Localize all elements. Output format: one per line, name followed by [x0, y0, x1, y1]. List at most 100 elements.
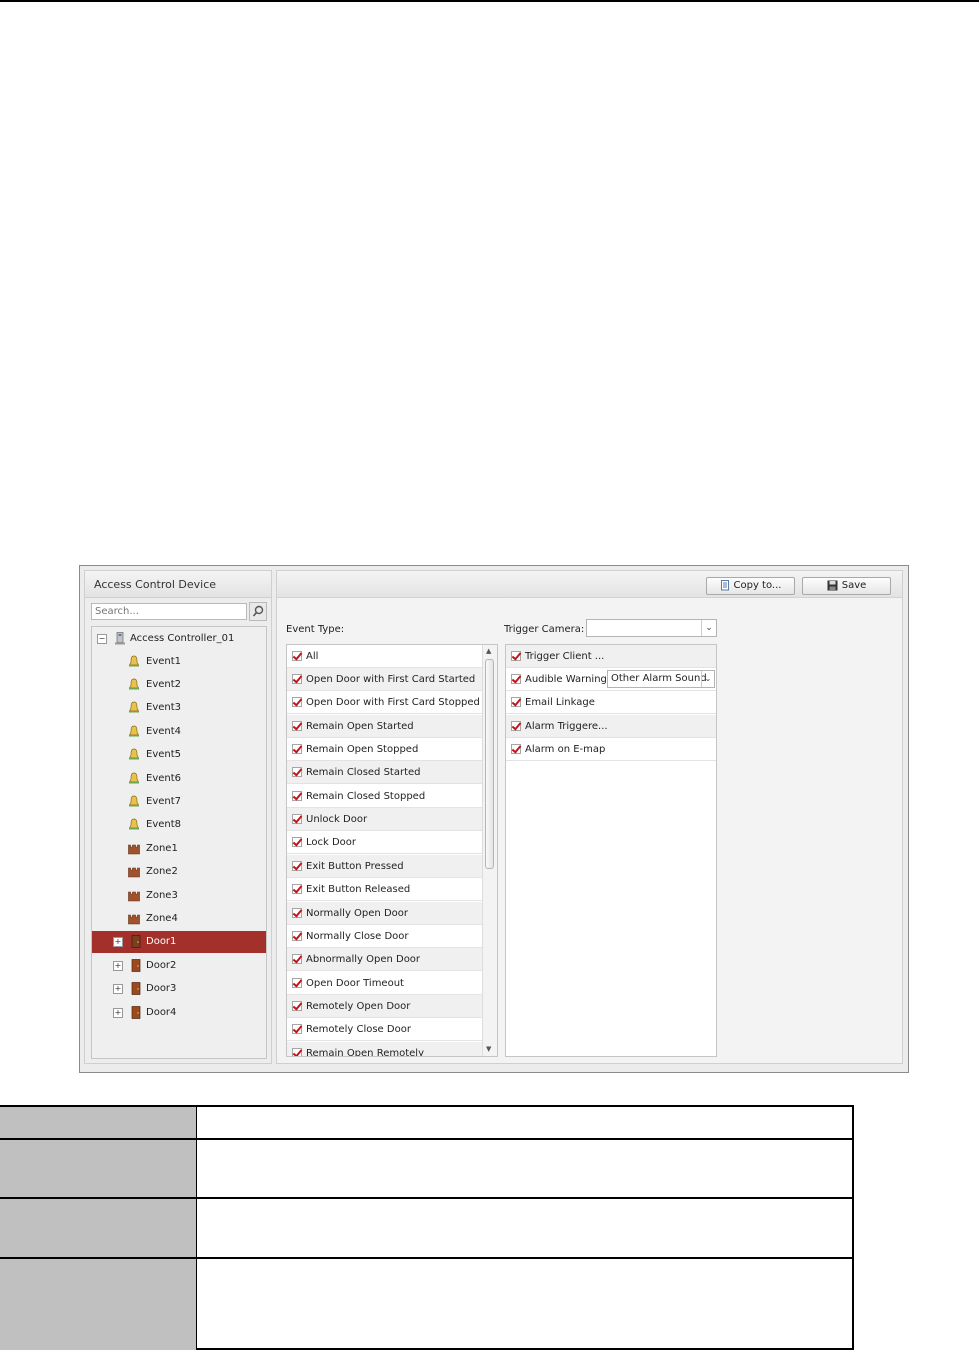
event-bell-icon [128, 748, 140, 760]
tree-node-event[interactable]: Event8 [92, 814, 266, 836]
trigger-camera-select[interactable]: ⌄ [586, 619, 717, 637]
zone-wall-icon [128, 891, 140, 902]
linkage-label: Alarm on E-map [525, 744, 606, 755]
tree-node-zone[interactable]: Zone3 [92, 885, 266, 907]
tree-node-label: Zone2 [146, 866, 178, 877]
search-button[interactable] [249, 602, 267, 621]
zone-wall-icon [128, 844, 140, 855]
list-item[interactable]: Normally Close Door [287, 925, 483, 948]
tree-node-door[interactable]: + Door3 [92, 978, 266, 1000]
event-list-scrollbar[interactable]: ▲ ▼ [482, 645, 497, 1056]
table-header-cell [0, 1107, 196, 1138]
event-checkbox[interactable] [292, 721, 302, 731]
chevron-down-icon[interactable]: ⌄ [701, 671, 714, 687]
list-item[interactable]: Open Door with First Card Started [287, 668, 483, 691]
tree-node-label: Zone1 [146, 843, 178, 854]
tree-node-event[interactable]: Event6 [92, 768, 266, 790]
list-item[interactable]: Email Linkage [506, 691, 716, 714]
expand-icon[interactable]: + [113, 961, 123, 971]
list-item[interactable]: Alarm on E-map [506, 738, 716, 761]
list-item[interactable]: Remain Closed Started [287, 761, 483, 784]
list-item[interactable]: Open Door with First Card Stopped [287, 691, 483, 714]
tree-node-event[interactable]: Event4 [92, 721, 266, 743]
list-item[interactable]: Remotely Close Door [287, 1018, 483, 1041]
tree-node-controller[interactable]: − Access Controller_01 [92, 628, 266, 650]
list-item[interactable]: Open Door Timeout [287, 972, 483, 995]
event-bell-icon [128, 818, 140, 830]
event-checkbox[interactable] [292, 744, 302, 754]
tree-node-door[interactable]: + Door4 [92, 1002, 266, 1024]
list-item[interactable]: Normally Open Door [287, 902, 483, 925]
list-item[interactable]: Unlock Door [287, 808, 483, 831]
event-checkbox[interactable] [292, 767, 302, 777]
save-button[interactable]: Save [802, 577, 891, 595]
event-label: Exit Button Pressed [306, 861, 404, 872]
event-checkbox[interactable] [292, 674, 302, 684]
tree-node-zone[interactable]: Zone1 [92, 838, 266, 860]
event-label: Remain Closed Stopped [306, 791, 426, 802]
linkage-checkbox[interactable] [511, 697, 521, 707]
expand-icon[interactable]: + [113, 1008, 123, 1018]
event-label: All [306, 651, 319, 662]
scroll-up-icon[interactable]: ▲ [486, 647, 491, 655]
list-item[interactable]: Exit Button Released [287, 878, 483, 901]
linkage-checkbox[interactable] [511, 721, 521, 731]
list-item[interactable]: Remain Open Stopped [287, 738, 483, 761]
event-checkbox[interactable] [292, 931, 302, 941]
list-item[interactable]: Audible Warning Other Alarm Sound ⌄ [506, 668, 716, 691]
event-checkbox[interactable] [292, 1048, 302, 1056]
search-icon [252, 605, 264, 617]
event-label: Remain Closed Started [306, 767, 421, 778]
device-panel: Access Control Device − Access Controlle… [84, 570, 272, 1064]
tree-node-zone[interactable]: Zone4 [92, 908, 266, 930]
list-item[interactable]: Alarm Triggere... [506, 715, 716, 738]
event-checkbox[interactable] [292, 861, 302, 871]
event-checkbox[interactable] [292, 978, 302, 988]
scroll-down-icon[interactable]: ▼ [486, 1045, 491, 1053]
tree-node-event[interactable]: Event7 [92, 791, 266, 813]
expand-icon[interactable]: + [113, 937, 123, 947]
collapse-icon[interactable]: − [97, 634, 107, 644]
tree-node-label: Access Controller_01 [130, 633, 235, 644]
tree-node-event[interactable]: Event5 [92, 744, 266, 766]
event-checkbox[interactable] [292, 1001, 302, 1011]
tree-node-event[interactable]: Event1 [92, 651, 266, 673]
event-checkbox[interactable] [292, 697, 302, 707]
event-checkbox[interactable] [292, 954, 302, 964]
app-screenshot: Access Control Device − Access Controlle… [79, 565, 909, 1073]
chevron-down-icon[interactable]: ⌄ [701, 620, 716, 636]
event-checkbox[interactable] [292, 884, 302, 894]
event-checkbox[interactable] [292, 814, 302, 824]
event-checkbox[interactable] [292, 1024, 302, 1034]
tree-node-event[interactable]: Event3 [92, 697, 266, 719]
tree-node-door[interactable]: + Door2 [92, 955, 266, 977]
list-item[interactable]: Abnormally Open Door [287, 948, 483, 971]
list-item[interactable]: Remain Open Started [287, 715, 483, 738]
linkage-checkbox[interactable] [511, 651, 521, 661]
event-checkbox[interactable] [292, 837, 302, 847]
linkage-checkbox[interactable] [511, 744, 521, 754]
event-bell-icon [128, 795, 140, 807]
page-top-rule [0, 0, 979, 2]
alarm-sound-select[interactable]: Other Alarm Sound ⌄ [607, 670, 715, 688]
tree-node-event[interactable]: Event2 [92, 674, 266, 696]
linkage-checkbox[interactable] [511, 674, 521, 684]
search-input[interactable] [91, 603, 247, 620]
scroll-thumb[interactable] [485, 659, 494, 869]
list-item[interactable]: Trigger Client ... [506, 645, 716, 668]
event-checkbox[interactable] [292, 651, 302, 661]
copy-to-button[interactable]: Copy to... [706, 577, 795, 595]
list-item[interactable]: Remotely Open Door [287, 995, 483, 1018]
list-item[interactable]: Remain Open Remotely [287, 1042, 483, 1056]
tree-node-label: Zone4 [146, 913, 178, 924]
list-item[interactable]: Exit Button Pressed [287, 855, 483, 878]
expand-icon[interactable]: + [113, 984, 123, 994]
event-checkbox[interactable] [292, 908, 302, 918]
event-checkbox[interactable] [292, 791, 302, 801]
tree-node-door-selected[interactable]: + Door1 [92, 931, 266, 953]
list-item[interactable]: Lock Door [287, 831, 483, 854]
event-bell-icon [128, 655, 140, 667]
list-item[interactable]: Remain Closed Stopped [287, 785, 483, 808]
tree-node-zone[interactable]: Zone2 [92, 861, 266, 883]
list-item[interactable]: All [287, 645, 483, 668]
